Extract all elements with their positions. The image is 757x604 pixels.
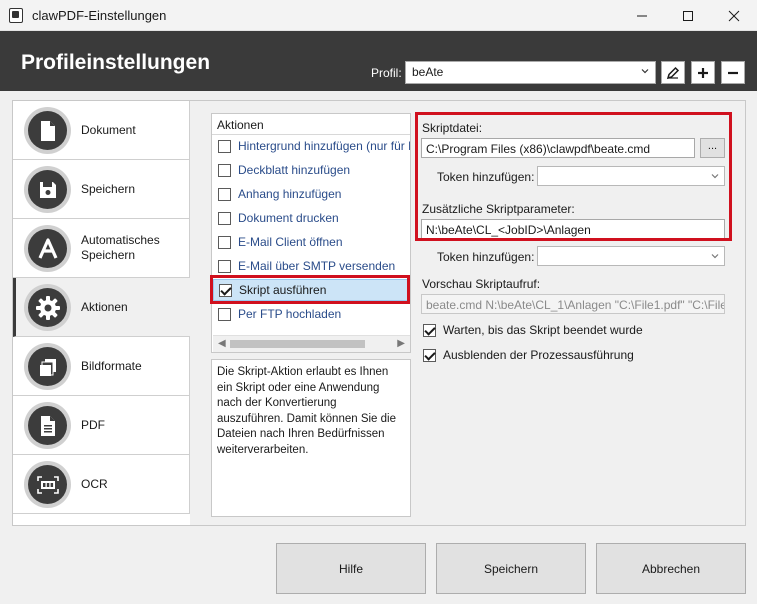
document-icon <box>40 120 55 141</box>
ocr-icon <box>36 475 59 494</box>
cancel-button[interactable]: Abbrechen <box>596 543 746 594</box>
wait-option[interactable]: Warten, bis das Skript beendet wurde <box>423 323 643 337</box>
horizontal-scrollbar[interactable]: ◀ ▶ <box>213 335 410 352</box>
sidebar-item-label: Speichern <box>81 181 136 196</box>
checkbox[interactable] <box>218 211 231 225</box>
minimize-icon <box>637 15 647 16</box>
app-icon <box>9 8 23 23</box>
sidebar-item-speichern[interactable]: Speichern <box>13 160 190 219</box>
chevron-down-icon <box>641 69 649 74</box>
sidebar-item-label: Dokument <box>81 122 136 137</box>
sidebar-item-label: Bildformate <box>81 358 142 373</box>
action-item-label: Per FTP hochladen <box>238 307 342 321</box>
action-item-ftp[interactable]: Per FTP hochladen <box>213 303 410 325</box>
add-profile-button[interactable] <box>691 61 715 84</box>
profile-select[interactable]: beAte <box>405 61 656 84</box>
checkbox[interactable] <box>218 139 231 153</box>
sidebar-item-label: Aktionen <box>81 299 128 314</box>
action-item-label: Anhang hinzufügen <box>238 187 342 201</box>
action-item-label: Deckblatt hinzufügen <box>238 163 351 177</box>
page-title: Profileinstellungen <box>21 51 211 74</box>
remove-profile-button[interactable] <box>721 61 745 84</box>
profile-select-value: beAte <box>412 65 444 79</box>
sidebar: Dokument Speichern Automatisches Speicher… <box>13 101 190 515</box>
close-icon <box>728 10 740 21</box>
pencil-icon <box>666 66 680 79</box>
hide-process-label: Ausblenden der Prozessausführung <box>443 348 634 362</box>
maximize-button[interactable] <box>665 0 711 31</box>
sidebar-item-bildformate[interactable]: Bildformate <box>13 337 190 396</box>
checkbox[interactable] <box>218 187 231 201</box>
title-bar: clawPDF-Einstellungen <box>0 0 757 31</box>
pdf-icon <box>40 415 55 436</box>
chevron-down-icon <box>711 254 719 259</box>
auto-save-icon <box>38 237 57 259</box>
checkbox[interactable] <box>218 259 231 273</box>
scroll-left-icon[interactable]: ◀ <box>218 338 226 349</box>
gear-icon <box>35 295 60 320</box>
minus-icon <box>728 71 738 74</box>
hide-process-option[interactable]: Ausblenden der Prozessausführung <box>423 348 634 362</box>
checkbox[interactable] <box>218 307 231 321</box>
highlight-script-action <box>210 275 410 304</box>
sidebar-item-aktionen[interactable]: Aktionen <box>13 278 190 337</box>
checkbox-checked[interactable] <box>423 348 436 362</box>
window-title: clawPDF-Einstellungen <box>32 8 167 23</box>
token-select-2[interactable] <box>537 246 725 266</box>
preview-output: beate.cmd N:\beAte\CL_1\Anlagen "C:\File… <box>421 294 725 314</box>
sidebar-item-label: OCR <box>81 476 108 491</box>
action-item-cover[interactable]: Deckblatt hinzufügen <box>213 159 410 181</box>
image-formats-icon <box>39 358 56 376</box>
sidebar-item-automatisches-speichern[interactable]: Automatisches Speichern <box>13 219 190 278</box>
sidebar-item-label: PDF <box>81 417 105 432</box>
save-icon <box>39 181 56 198</box>
profile-header: Profileinstellungen Profil: beAte <box>0 31 757 91</box>
action-item-label: Dokument drucken <box>238 211 339 225</box>
checkbox[interactable] <box>218 163 231 177</box>
profile-label: Profil: <box>371 66 402 80</box>
actions-list: Aktionen Hintergrund hinzufügen (nur für… <box>211 113 411 353</box>
minimize-button[interactable] <box>619 0 665 31</box>
action-item-email-client[interactable]: E-Mail Client öffnen <box>213 231 410 253</box>
checkbox-checked[interactable] <box>423 323 436 337</box>
maximize-icon <box>683 10 693 21</box>
action-item-attachment[interactable]: Anhang hinzufügen <box>213 183 410 205</box>
scrollbar-thumb[interactable] <box>230 340 365 348</box>
edit-profile-button[interactable] <box>661 61 685 84</box>
close-button[interactable] <box>711 0 757 31</box>
action-description: Die Skript-Aktion erlaubt es Ihnen ein S… <box>211 359 411 517</box>
wait-option-label: Warten, bis das Skript beendet wurde <box>443 323 643 337</box>
checkbox[interactable] <box>218 235 231 249</box>
action-item-label: E-Mail Client öffnen <box>238 235 343 249</box>
action-item-label: E-Mail über SMTP versenden <box>238 259 396 273</box>
sidebar-item-dokument[interactable]: Dokument <box>13 101 190 160</box>
scroll-right-icon[interactable]: ▶ <box>397 338 405 349</box>
actions-list-header: Aktionen <box>217 118 264 132</box>
highlight-script-settings <box>415 112 732 241</box>
preview-label: Vorschau Skriptaufruf: <box>422 277 541 291</box>
sidebar-item-ocr[interactable]: OCR <box>13 455 190 514</box>
save-button[interactable]: Speichern <box>436 543 586 594</box>
token-label: Token hinzufügen: <box>437 250 535 264</box>
action-item-background[interactable]: Hintergrund hinzufügen (nur für PDF) <box>213 135 410 157</box>
help-button[interactable]: Hilfe <box>276 543 426 594</box>
action-item-print[interactable]: Dokument drucken <box>213 207 410 229</box>
plus-icon <box>698 67 708 78</box>
sidebar-item-pdf[interactable]: PDF <box>13 396 190 455</box>
action-item-label: Hintergrund hinzufügen (nur für PDF) <box>238 139 410 153</box>
action-item-smtp[interactable]: E-Mail über SMTP versenden <box>213 255 410 277</box>
sidebar-item-label: Automatisches Speichern <box>81 233 160 262</box>
